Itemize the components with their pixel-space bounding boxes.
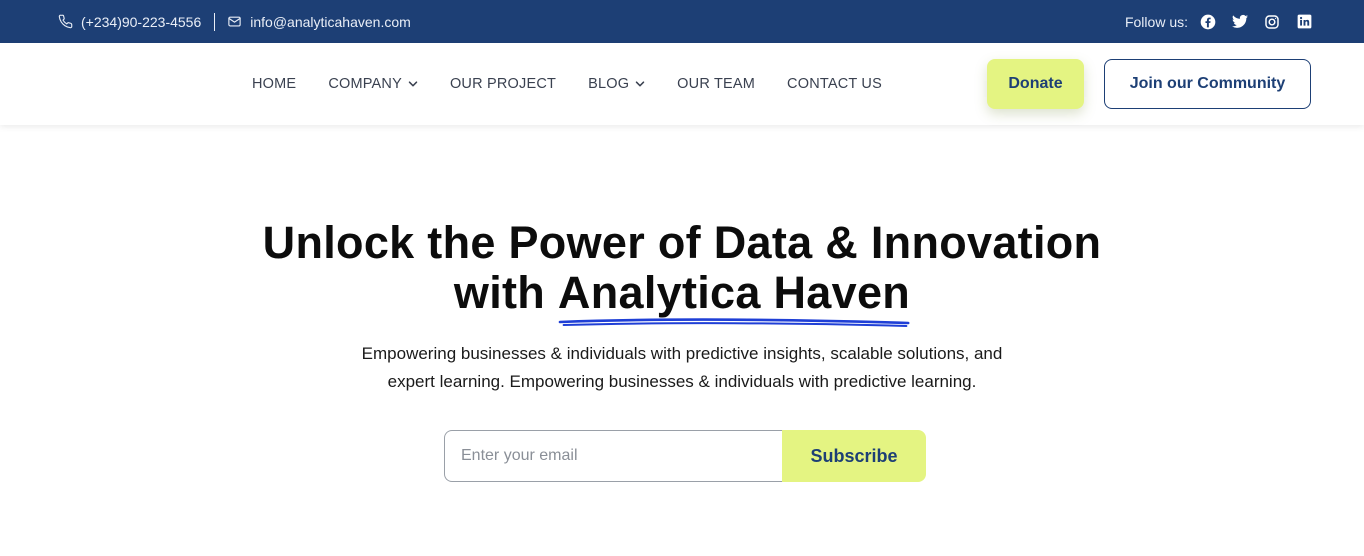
follow-label: Follow us: <box>1124 13 1188 30</box>
join-community-button[interactable]: Join our Community <box>1104 59 1311 109</box>
brand-name: Analytica Haven <box>557 267 911 318</box>
hero-subtitle-line-1: Empowering businesses & individuals with… <box>361 344 1003 363</box>
nav-item-label: OUR PROJECT <box>449 76 557 92</box>
nav-item-label: CONTACT US <box>787 76 882 92</box>
main-navbar: HOME COMPANY OUR PROJECT BLOG OUR TEAM C… <box>0 43 1364 125</box>
contact-info: (+234)90-223-4556 info@analyticahaven.co… <box>58 12 411 31</box>
hero-title-highlight: Analytica Haven <box>557 267 911 327</box>
subscribe-form: Subscribe <box>444 430 926 482</box>
contact-divider <box>214 12 216 31</box>
email-address: info@analyticahaven.com <box>250 13 411 30</box>
chevron-down-icon <box>635 81 645 87</box>
hero-title: Unlock the Power of Data & Innovation wi… <box>0 217 1364 327</box>
social-links: Follow us: <box>1125 14 1312 30</box>
facebook-icon[interactable] <box>1200 14 1216 30</box>
nav-item-company[interactable]: COMPANY <box>328 76 418 92</box>
nav-item-our-project[interactable]: OUR PROJECT <box>450 76 556 92</box>
nav-item-label: OUR TEAM <box>677 76 756 92</box>
chevron-down-icon <box>408 81 418 87</box>
subscribe-button[interactable]: Subscribe <box>782 430 926 482</box>
nav-item-label: COMPANY <box>328 76 402 92</box>
hero-title-prefix: with <box>453 267 558 318</box>
nav-item-blog[interactable]: BLOG <box>588 76 645 92</box>
phone-link[interactable]: (+234)90-223-4556 <box>58 14 201 30</box>
hero-subtitle-line-2: expert learning. Empowering businesses &… <box>387 372 977 391</box>
email-link[interactable]: info@analyticahaven.com <box>227 14 411 30</box>
twitter-icon[interactable] <box>1232 14 1248 30</box>
instagram-icon[interactable] <box>1264 14 1280 30</box>
phone-number: (+234)90-223-4556 <box>81 13 202 30</box>
phone-icon <box>58 14 73 29</box>
mail-icon <box>227 14 242 29</box>
hero-subtitle: Empowering businesses & individuals with… <box>0 340 1364 396</box>
hero-title-line-1: Unlock the Power of Data & Innovation <box>262 217 1102 268</box>
nav-links: HOME COMPANY OUR PROJECT BLOG OUR TEAM C… <box>252 43 914 125</box>
nav-item-contact-us[interactable]: CONTACT US <box>787 76 882 92</box>
top-bar: (+234)90-223-4556 info@analyticahaven.co… <box>0 0 1364 43</box>
donate-button[interactable]: Donate <box>987 59 1084 109</box>
nav-item-our-team[interactable]: OUR TEAM <box>677 76 755 92</box>
hero-title-line-2: with Analytica Haven <box>0 267 1364 327</box>
nav-item-label: BLOG <box>588 76 630 92</box>
brush-underline-icon <box>558 318 910 327</box>
nav-item-home[interactable]: HOME <box>252 76 296 92</box>
email-input[interactable] <box>444 430 782 482</box>
nav-item-label: HOME <box>252 76 297 92</box>
linkedin-icon[interactable] <box>1296 14 1312 30</box>
